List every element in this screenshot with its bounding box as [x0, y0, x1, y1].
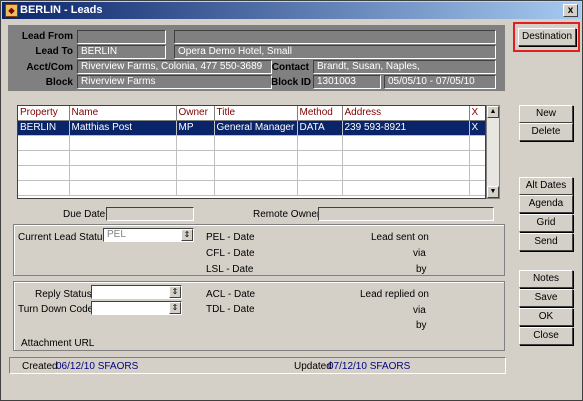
- table-scrollbar[interactable]: ▲ ▼: [486, 105, 500, 199]
- leads-table: Property Name Owner Title Method Address…: [17, 105, 486, 199]
- cfl-date-label: CFL - Date: [206, 248, 255, 259]
- lead-from-label: Lead From: [21, 31, 73, 42]
- pel-date-label: PEL - Date: [206, 232, 255, 243]
- attachment-url-label: Attachment URL: [21, 338, 95, 349]
- col-property[interactable]: Property: [18, 106, 70, 121]
- cell-x[interactable]: X: [469, 120, 485, 136]
- block-label: Block: [45, 77, 73, 88]
- lsl-date-label: LSL - Date: [206, 264, 254, 275]
- table-header-row: Property Name Owner Title Method Address…: [18, 106, 485, 121]
- alt-dates-button[interactable]: Alt Dates: [519, 177, 573, 195]
- lead-to-desc-field: Opera Demo Hotel, Small: [174, 45, 496, 59]
- scroll-down-icon[interactable]: ▼: [487, 186, 499, 198]
- tdl-date-label: TDL - Date: [206, 304, 255, 315]
- dropdown-arrow-icon[interactable]: ⇕: [181, 229, 193, 241]
- block-id-field: 1301003: [313, 75, 381, 89]
- current-status-select[interactable]: PEL ⇕: [103, 228, 194, 242]
- lead-sent-on-label: Lead sent on: [371, 232, 429, 243]
- table-row[interactable]: [18, 180, 485, 196]
- ok-button[interactable]: OK: [519, 308, 573, 326]
- close-button[interactable]: Close: [519, 327, 573, 345]
- dropdown-arrow-icon[interactable]: ⇕: [169, 302, 181, 314]
- cell-property[interactable]: BERLIN: [18, 120, 70, 136]
- lead-to-label: Lead To: [35, 46, 73, 57]
- via-label: via: [413, 305, 426, 316]
- title-bar: ◆ BERLIN - Leads x: [2, 2, 581, 19]
- save-button[interactable]: Save: [519, 289, 573, 307]
- close-window-button[interactable]: x: [563, 4, 578, 17]
- current-status-label: Current Lead Status: [18, 232, 108, 243]
- cell-address[interactable]: 239 593-8921: [342, 120, 470, 136]
- reply-status-select[interactable]: ⇕: [91, 285, 182, 299]
- window-title: BERLIN - Leads: [20, 4, 103, 16]
- acct-label: Acct/Com: [26, 62, 73, 73]
- lead-to-field[interactable]: BERLIN: [77, 45, 166, 59]
- lead-replied-on-label: Lead replied on: [360, 289, 429, 300]
- destination-button[interactable]: Destination: [518, 28, 576, 46]
- remote-owner-field: [318, 207, 494, 221]
- contact-label: Contact: [271, 62, 309, 73]
- block-field[interactable]: Riverview Farms: [77, 75, 272, 89]
- dropdown-arrow-icon[interactable]: ⇕: [169, 286, 181, 298]
- scroll-up-icon[interactable]: ▲: [487, 106, 499, 118]
- cell-method[interactable]: DATA: [297, 120, 343, 136]
- turn-down-code-label: Turn Down Code: [18, 304, 94, 315]
- due-date-label: Due Date: [63, 209, 106, 220]
- table-row[interactable]: [18, 135, 485, 151]
- new-button[interactable]: New: [519, 105, 573, 123]
- due-date-field: [106, 207, 194, 221]
- block-id-label: Block ID: [271, 77, 312, 88]
- col-owner[interactable]: Owner: [176, 106, 215, 121]
- leads-window: ◆ BERLIN - Leads x Lead From Lead To BER…: [0, 0, 583, 401]
- remote-owner-label: Remote Owner: [253, 209, 321, 220]
- grid-button[interactable]: Grid: [519, 214, 573, 232]
- contact-field[interactable]: Brandt, Susan, Naples,: [313, 60, 496, 74]
- col-address[interactable]: Address: [342, 106, 470, 121]
- turn-down-code-select[interactable]: ⇕: [91, 301, 182, 315]
- block-dates-field: 05/05/10 - 07/05/10: [384, 75, 496, 89]
- created-label: Created: [22, 361, 58, 372]
- app-icon: ◆: [5, 4, 18, 17]
- send-button[interactable]: Send: [519, 233, 573, 251]
- status-bar: Created 06/12/10 SFAORS Updated 07/12/10…: [9, 357, 506, 374]
- table-row[interactable]: BERLIN Matthias Post MP General Manager …: [18, 120, 485, 136]
- created-value: 06/12/10 SFAORS: [56, 361, 139, 372]
- lead-from-field[interactable]: [77, 30, 166, 44]
- table-row[interactable]: [18, 165, 485, 181]
- cell-name[interactable]: Matthias Post: [69, 120, 177, 136]
- notes-button[interactable]: Notes: [519, 270, 573, 288]
- col-title[interactable]: Title: [214, 106, 298, 121]
- by-label: by: [416, 320, 427, 331]
- cell-title[interactable]: General Manager: [214, 120, 298, 136]
- by-label: by: [416, 264, 427, 275]
- lead-from-desc-field: [174, 30, 496, 44]
- col-method[interactable]: Method: [297, 106, 343, 121]
- updated-value: 07/12/10 SFAORS: [328, 361, 411, 372]
- acl-date-label: ACL - Date: [206, 289, 256, 300]
- updated-label: Updated: [294, 361, 332, 372]
- col-name[interactable]: Name: [69, 106, 177, 121]
- via-label: via: [413, 248, 426, 259]
- col-x[interactable]: X: [469, 106, 485, 121]
- agenda-button[interactable]: Agenda: [519, 195, 573, 213]
- cell-owner[interactable]: MP: [176, 120, 215, 136]
- current-status-value: PEL: [107, 229, 126, 240]
- table-row[interactable]: [18, 150, 485, 166]
- reply-status-label: Reply Status: [35, 289, 92, 300]
- delete-button[interactable]: Delete: [519, 123, 573, 141]
- acct-field[interactable]: Riverview Farms, Colonia, 477 550-3689: [77, 60, 272, 74]
